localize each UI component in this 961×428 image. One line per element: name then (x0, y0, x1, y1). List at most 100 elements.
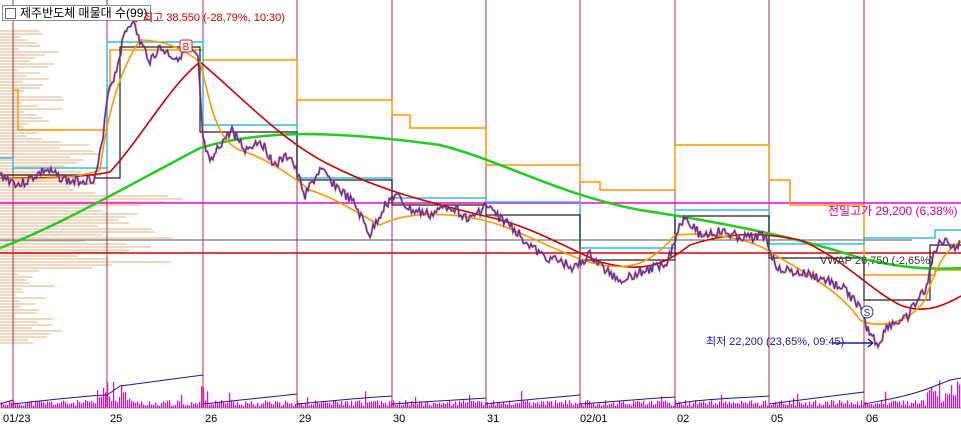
high-price-annotation: 최고 38,550 (-28,79%, 10:30) (143, 12, 285, 24)
price-line-shadow (0, 18, 961, 351)
volume-profile-bar (0, 342, 33, 344)
volume-bar (275, 401, 277, 408)
volume-bar (261, 403, 263, 408)
volume-bar (417, 403, 419, 408)
volume-bar (465, 402, 467, 408)
volume-bar (535, 403, 537, 408)
volume-bar (87, 400, 89, 408)
volume-bar (715, 403, 717, 408)
volume-bar (613, 402, 615, 408)
volume-bar (209, 404, 211, 408)
volume-profile-bar (0, 312, 36, 314)
volume-bar (103, 387, 105, 408)
volume-bar (99, 397, 101, 408)
volume-bar (233, 401, 235, 408)
volume-bar (817, 406, 819, 408)
volume-profile-bar (0, 141, 62, 143)
volume-bar (309, 405, 311, 408)
volume-bar (761, 404, 763, 408)
volume-bar (23, 405, 25, 408)
volume-bar (141, 401, 143, 408)
volume-bar (525, 401, 527, 408)
volume-bar (191, 402, 193, 408)
volume-bar (829, 405, 831, 408)
checkbox-icon[interactable] (5, 7, 16, 19)
date-label: 02/01 (580, 413, 608, 425)
volume-bar (501, 404, 503, 408)
volume-bar (595, 405, 597, 408)
volume-bar (61, 401, 63, 408)
volume-bar (493, 400, 495, 408)
volume-bar (189, 405, 191, 408)
volume-bar (909, 405, 911, 408)
volume-bar (887, 405, 889, 408)
volume-profile-bar (0, 222, 129, 224)
cumulative-volume-line (0, 374, 961, 405)
volume-bar (207, 391, 209, 408)
volume-bar (237, 402, 239, 408)
volume-bar (669, 402, 671, 408)
volume-bar (637, 401, 639, 408)
volume-bar (347, 401, 349, 408)
volume-bar (147, 404, 149, 408)
volume-bar (55, 404, 57, 408)
volume-profile-bar (0, 330, 62, 332)
volume-bar (293, 405, 295, 408)
volume-profile-bar (0, 324, 52, 326)
volume-bar (363, 405, 365, 408)
volume-bar (721, 395, 723, 408)
volume-bar (601, 405, 603, 408)
volume-bar (215, 400, 217, 408)
volume-bar (633, 400, 635, 408)
volume-bar (543, 401, 545, 408)
volume-profile-bar (0, 186, 70, 188)
volume-bar (93, 402, 95, 408)
volume-bar (515, 403, 517, 408)
volume-bar (767, 405, 769, 408)
volume-bar (369, 402, 371, 408)
volume-profile-bar (0, 132, 38, 134)
volume-bar (25, 403, 27, 408)
volume-bar (277, 401, 279, 408)
volume-bar (121, 384, 123, 408)
volume-bar (799, 401, 801, 408)
volume-bar (723, 402, 725, 408)
volume-bar (823, 404, 825, 408)
volume-bar (259, 405, 261, 408)
volume-bar (831, 400, 833, 408)
volume-profile-bar (0, 54, 45, 56)
chart-title: 제주반도체 매물대 수(99) (20, 6, 148, 20)
volume-profile-bar (0, 33, 43, 35)
volume-bar (37, 401, 39, 408)
volume-bar (443, 403, 445, 408)
volume-profile-bar (0, 69, 19, 71)
volume-profile-bar (0, 63, 55, 65)
volume-bar (487, 402, 489, 408)
volume-profile-bar (0, 291, 24, 293)
volume-profile-bar (0, 207, 94, 209)
volume-bar (47, 401, 49, 408)
volume-bar (777, 404, 779, 408)
volume-bar (323, 402, 325, 408)
volume-bar (507, 404, 509, 408)
volume-bar (819, 403, 821, 408)
volume-bar (241, 404, 243, 408)
volume-bar (247, 403, 249, 408)
volume-bar (529, 402, 531, 408)
volume-bar (469, 394, 471, 408)
volume-bar (287, 402, 289, 408)
volume-bar (903, 400, 905, 408)
volume-bar (905, 404, 907, 408)
volume-bar (451, 405, 453, 408)
volume-bar (683, 405, 685, 408)
chart-title-tab[interactable]: 제주반도체 매물대 수(99) (2, 5, 152, 21)
volume-bar (705, 403, 707, 408)
volume-bar (845, 403, 847, 408)
volume-bar (877, 403, 879, 408)
volume-bar (171, 405, 173, 408)
volume-bar (109, 396, 111, 408)
volume-bar (315, 400, 317, 408)
volume-bar (835, 404, 837, 408)
volume-bar (83, 402, 85, 408)
volume-bar (145, 405, 147, 408)
